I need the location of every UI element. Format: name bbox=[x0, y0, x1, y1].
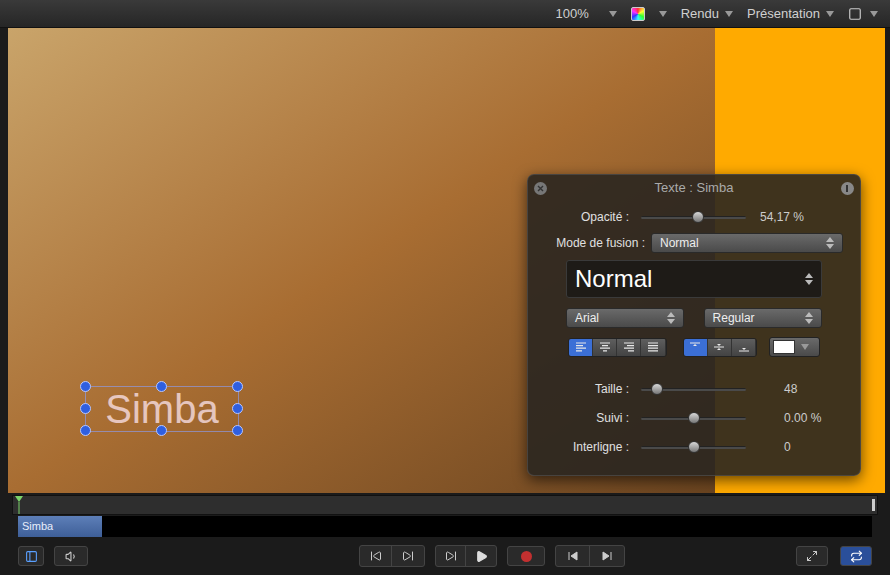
style-preset[interactable]: Normal bbox=[566, 260, 822, 298]
value-slider[interactable] bbox=[641, 382, 746, 396]
loop-icon bbox=[850, 550, 863, 563]
align-center-icon bbox=[598, 341, 612, 353]
slider-knob[interactable] bbox=[688, 412, 700, 424]
chevron-down-icon bbox=[659, 11, 667, 17]
selection-handle[interactable] bbox=[80, 425, 91, 436]
canvas-toolbar: 100% Rendu Présentation bbox=[0, 0, 890, 28]
zoom-menu[interactable]: 100% bbox=[555, 4, 616, 24]
valign-middle-icon bbox=[712, 341, 726, 353]
playhead-icon[interactable] bbox=[15, 496, 23, 514]
layout-menu[interactable] bbox=[848, 7, 878, 21]
chevron-down-icon bbox=[609, 11, 617, 17]
alignment-row bbox=[568, 337, 820, 357]
chevron-down-icon bbox=[725, 11, 733, 17]
play-start-icon bbox=[445, 550, 457, 562]
align-button[interactable] bbox=[617, 339, 641, 356]
hud-title-bar: Texte : Simba bbox=[528, 175, 860, 201]
fullscreen-icon bbox=[806, 550, 818, 562]
play-button[interactable] bbox=[466, 546, 496, 566]
chevron-down-icon bbox=[870, 11, 878, 17]
font-style-dropdown[interactable]: Regular bbox=[704, 308, 822, 328]
valign-button[interactable] bbox=[732, 339, 756, 356]
valign-button[interactable] bbox=[684, 339, 708, 356]
slider-rows: Taille :48 Suivi :0.00 % Interligne :0 bbox=[528, 379, 860, 457]
record-button[interactable] bbox=[507, 546, 545, 566]
next-frame-button[interactable] bbox=[590, 546, 624, 566]
layout-icon bbox=[848, 7, 862, 21]
align-right-icon bbox=[622, 341, 636, 353]
valign-button[interactable] bbox=[708, 339, 732, 356]
blend-mode-dropdown[interactable]: Normal bbox=[651, 233, 843, 253]
selection-handle[interactable] bbox=[232, 403, 243, 414]
value-slider[interactable] bbox=[641, 440, 746, 454]
motion-window: 100% Rendu Présentation Simba Texte : Simba O… bbox=[0, 0, 890, 575]
slider-row: Taille :48 bbox=[528, 379, 860, 399]
chevron-down-icon bbox=[826, 11, 834, 17]
previous-frame-button[interactable] bbox=[556, 546, 590, 566]
toggle-panel-button[interactable] bbox=[18, 546, 44, 566]
speaker-icon bbox=[65, 550, 78, 563]
hud-title: Texte : Simba bbox=[655, 178, 734, 198]
record-icon bbox=[521, 551, 532, 562]
audio-button[interactable] bbox=[54, 546, 88, 566]
valign-top-icon bbox=[688, 341, 702, 353]
out-point-icon[interactable] bbox=[872, 499, 875, 511]
canvas: Simba Texte : Simba Opacité :54,17 % Mode d… bbox=[0, 28, 890, 493]
loop-button[interactable] bbox=[840, 546, 872, 566]
close-icon[interactable] bbox=[534, 182, 547, 195]
slider-knob[interactable] bbox=[692, 211, 704, 223]
align-button[interactable] bbox=[569, 339, 593, 356]
font-row: Arial Regular bbox=[566, 308, 822, 328]
selection-handle[interactable] bbox=[80, 381, 91, 392]
selection-handle[interactable] bbox=[156, 381, 167, 392]
selection-handle[interactable] bbox=[80, 403, 91, 414]
play-icon bbox=[475, 550, 488, 563]
stepper-arrows-icon bbox=[805, 273, 813, 285]
render-menu[interactable]: Rendu bbox=[681, 4, 733, 24]
color-channels-icon bbox=[631, 7, 645, 21]
slider-row: Interligne :0 bbox=[528, 437, 860, 457]
stepper-arrows-icon bbox=[826, 237, 834, 249]
vertical-alignment bbox=[683, 338, 757, 357]
align-justify-icon bbox=[646, 341, 660, 353]
transport-bar bbox=[0, 537, 890, 575]
go-to-start-button[interactable] bbox=[360, 546, 392, 566]
align-button[interactable] bbox=[593, 339, 617, 356]
font-dropdown[interactable]: Arial bbox=[566, 308, 684, 328]
slider-knob[interactable] bbox=[688, 441, 700, 453]
view-menu[interactable]: Présentation bbox=[747, 4, 834, 24]
selection-handle[interactable] bbox=[232, 425, 243, 436]
info-icon[interactable] bbox=[841, 182, 854, 195]
align-button[interactable] bbox=[641, 339, 665, 356]
go-to-end-button[interactable] bbox=[392, 546, 424, 566]
value-slider[interactable] bbox=[641, 411, 746, 425]
fullscreen-button[interactable] bbox=[796, 546, 828, 566]
mini-timeline-ruler[interactable] bbox=[12, 495, 878, 515]
play-from-start-button[interactable] bbox=[436, 546, 466, 566]
clip[interactable]: Simba bbox=[18, 516, 102, 537]
skip-forward-icon bbox=[402, 550, 414, 562]
selection-handle[interactable] bbox=[156, 425, 167, 436]
opacity-slider[interactable] bbox=[641, 210, 746, 224]
channels-menu[interactable] bbox=[631, 7, 667, 21]
next-frame-icon bbox=[602, 551, 612, 561]
stepper-arrows-icon bbox=[805, 312, 813, 324]
slider-row: Suivi :0.00 % bbox=[528, 408, 860, 428]
skip-back-icon bbox=[370, 550, 382, 562]
slider-knob[interactable] bbox=[651, 383, 663, 395]
align-left-icon bbox=[574, 341, 588, 353]
panel-icon bbox=[25, 550, 38, 563]
opacity-row: Opacité :54,17 % bbox=[528, 207, 860, 227]
horizontal-alignment bbox=[568, 338, 667, 357]
selection-handle[interactable] bbox=[232, 381, 243, 392]
text-hud: Texte : Simba Opacité :54,17 % Mode de fus… bbox=[527, 174, 861, 476]
blend-row: Mode de fusion :Normal bbox=[528, 233, 860, 253]
color-well[interactable] bbox=[769, 337, 820, 357]
valign-bottom-icon bbox=[737, 341, 751, 353]
stepper-arrows-icon bbox=[667, 312, 675, 324]
previous-frame-icon bbox=[568, 551, 578, 561]
text-object[interactable]: Simba bbox=[85, 386, 239, 432]
chevron-down-icon bbox=[801, 344, 809, 350]
track: Simba bbox=[18, 516, 872, 537]
